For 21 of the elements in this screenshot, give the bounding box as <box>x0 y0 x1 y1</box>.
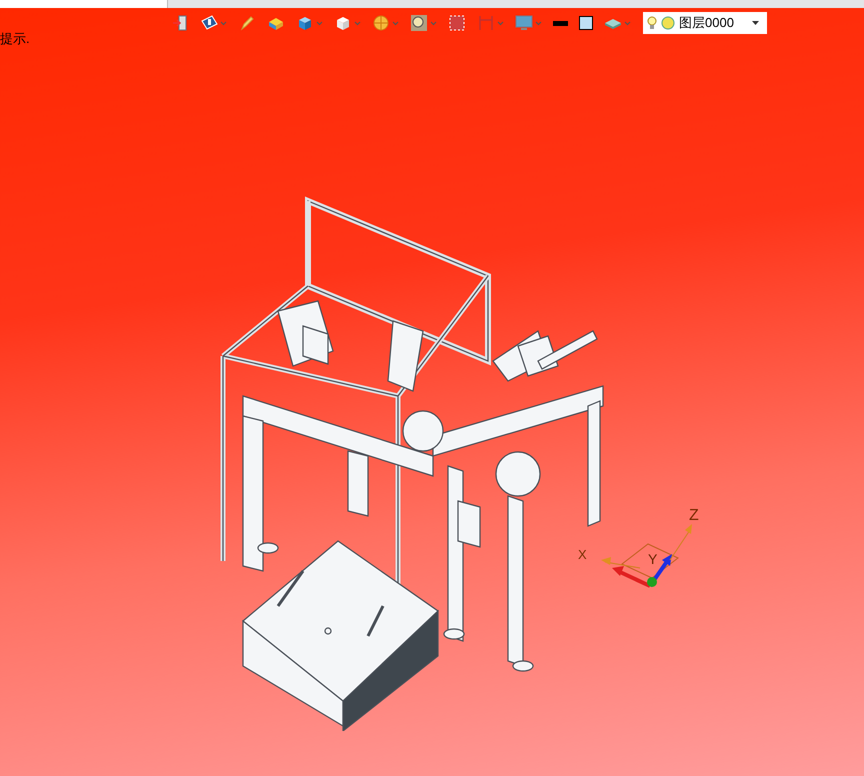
fill-color-swatch[interactable] <box>579 16 593 30</box>
pie-icon[interactable] <box>372 14 390 32</box>
layer-name: 图层0000 <box>679 14 734 32</box>
zoom-icon[interactable] <box>410 14 428 32</box>
layer-dropdown[interactable]: 图层0000 <box>643 12 767 34</box>
z-axis-label: Z <box>689 508 699 524</box>
line-color-swatch[interactable] <box>553 20 568 26</box>
caret-icon[interactable] <box>752 21 759 25</box>
lightbulb-icon <box>647 15 657 31</box>
pencil-icon[interactable] <box>238 14 256 32</box>
fit-icon[interactable] <box>448 14 466 32</box>
monitor-icon[interactable] <box>515 14 533 32</box>
y-axis-label: Y <box>648 552 658 566</box>
exit-door-icon[interactable] <box>171 14 189 32</box>
x-axis-label: X <box>578 548 587 561</box>
sun-icon <box>661 16 675 30</box>
measure-icon[interactable] <box>477 14 495 32</box>
cube-icon[interactable] <box>296 14 314 32</box>
view-icon[interactable] <box>200 14 218 32</box>
hint-text: 提示. <box>0 30 30 48</box>
cube-icon[interactable] <box>334 14 352 32</box>
